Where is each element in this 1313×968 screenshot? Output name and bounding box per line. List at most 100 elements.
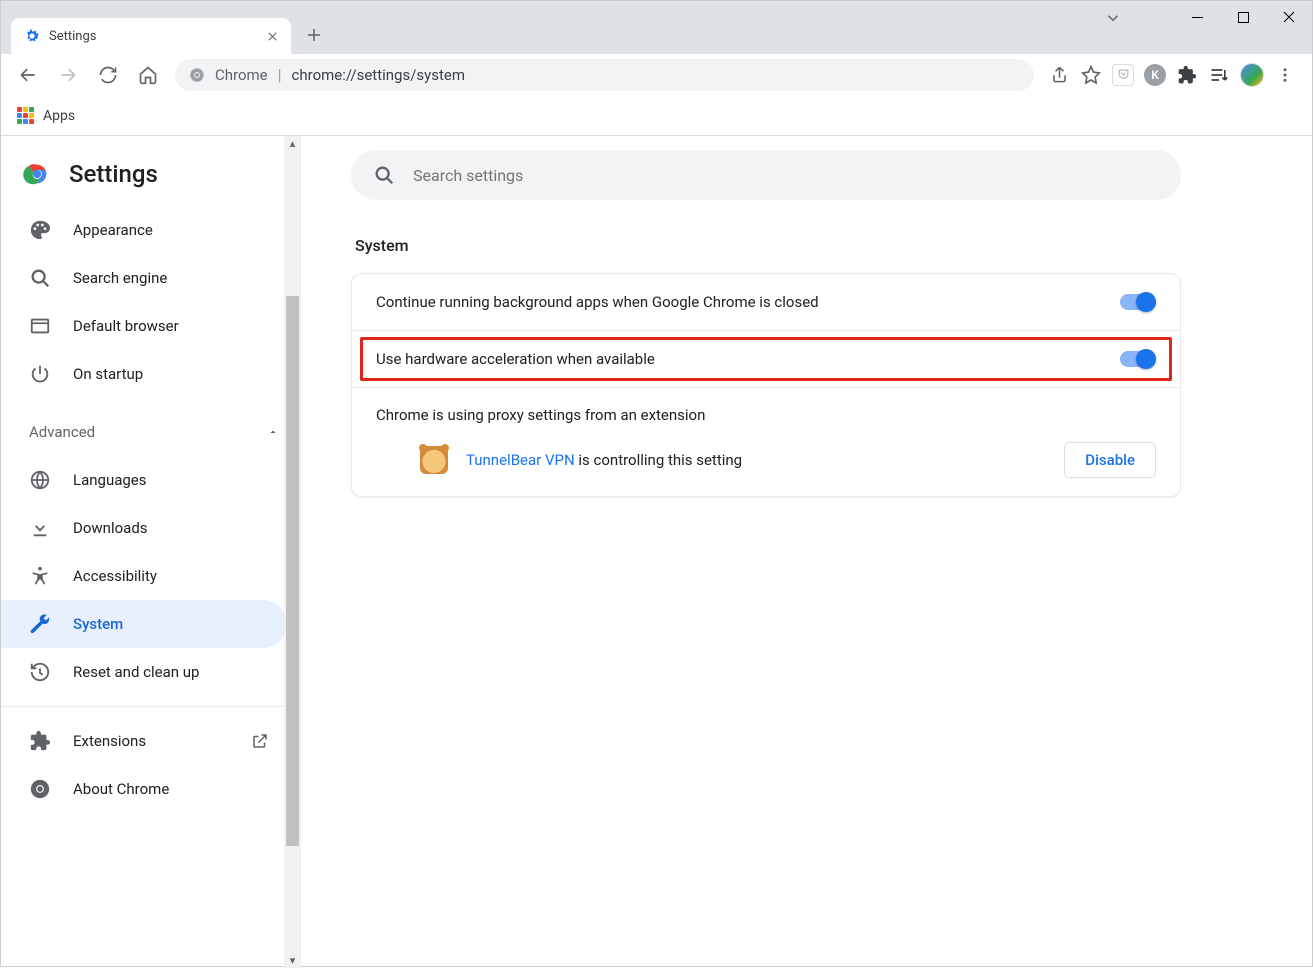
sidebar-item-label: Appearance <box>73 221 153 239</box>
scroll-up-icon[interactable]: ▴ <box>287 138 298 149</box>
sidebar-item-label: Languages <box>73 471 147 489</box>
extension-desc: TunnelBear VPN is controlling this setti… <box>466 451 742 469</box>
apps-icon <box>17 107 35 125</box>
close-icon[interactable] <box>264 28 281 45</box>
browser-tab[interactable]: Settings <box>11 18 291 54</box>
search-settings-box[interactable] <box>351 150 1181 200</box>
window-controls <box>1174 1 1312 33</box>
sidebar-item-system[interactable]: System <box>1 600 287 648</box>
address-bar[interactable]: Chrome | chrome://settings/system <box>175 59 1034 91</box>
extension-control-info: TunnelBear VPN is controlling this setti… <box>376 442 1156 478</box>
bookmark-apps[interactable]: Apps <box>17 107 75 125</box>
power-icon <box>29 363 51 385</box>
globe-icon <box>29 469 51 491</box>
tab-strip: Settings <box>1 1 1312 54</box>
disable-button[interactable]: Disable <box>1064 442 1156 478</box>
bookmark-label: Apps <box>43 108 75 124</box>
sidebar-item-languages[interactable]: Languages <box>1 456 287 504</box>
setting-background-apps: Continue running background apps when Go… <box>352 274 1180 331</box>
chrome-small-icon <box>29 778 51 800</box>
setting-label: Chrome is using proxy settings from an e… <box>376 406 1156 424</box>
maximize-button[interactable] <box>1220 1 1266 33</box>
sidebar-advanced-header[interactable]: Advanced <box>1 408 301 456</box>
sidebar-scrollbar[interactable]: ▴ ▾ <box>284 136 301 968</box>
search-icon <box>373 164 395 186</box>
setting-label: Continue running background apps when Go… <box>376 293 819 311</box>
sidebar-item-label: Downloads <box>73 519 148 537</box>
toolbar-actions: K <box>1048 63 1302 87</box>
wrench-icon <box>29 613 51 635</box>
search-icon <box>29 267 51 289</box>
settings-card: Continue running background apps when Go… <box>351 273 1181 497</box>
k-extension-icon[interactable]: K <box>1144 64 1166 86</box>
star-icon[interactable] <box>1080 64 1102 86</box>
sidebar-item-label: Advanced <box>29 423 95 441</box>
sidebar-item-label: Reset and clean up <box>73 663 199 681</box>
sidebar-item-appearance[interactable]: Appearance <box>1 206 287 254</box>
tunnelbear-icon <box>420 446 448 474</box>
sidebar-item-on-startup[interactable]: On startup <box>1 350 287 398</box>
chrome-logo-icon <box>23 160 51 188</box>
external-link-icon <box>251 732 269 750</box>
sidebar-list: Appearance Search engine Default browser… <box>1 206 301 813</box>
page-title: Settings <box>69 160 158 188</box>
extension-link[interactable]: TunnelBear VPN <box>466 451 575 469</box>
setting-label: Use hardware acceleration when available <box>376 350 655 368</box>
chevron-up-icon <box>267 426 279 438</box>
pocket-icon[interactable] <box>1112 64 1134 86</box>
section-title: System <box>355 236 1252 255</box>
search-settings-input[interactable] <box>413 166 1159 185</box>
url-text: chrome://settings/system <box>292 66 465 84</box>
bookmarks-bar: Apps <box>1 96 1312 136</box>
divider <box>1 706 301 707</box>
extensions-icon[interactable] <box>1176 64 1198 86</box>
sidebar-item-label: On startup <box>73 365 143 383</box>
tab-title: Settings <box>49 29 264 44</box>
sidebar-item-label: System <box>73 615 123 633</box>
home-button[interactable] <box>131 58 165 92</box>
profile-avatar[interactable] <box>1240 63 1264 87</box>
toggle-background-apps[interactable] <box>1120 292 1156 312</box>
download-icon <box>29 517 51 539</box>
sidebar-item-downloads[interactable]: Downloads <box>1 504 287 552</box>
forward-button[interactable] <box>51 58 85 92</box>
sidebar-item-extensions[interactable]: Extensions <box>1 717 287 765</box>
reload-button[interactable] <box>91 58 125 92</box>
scrollbar-thumb[interactable] <box>286 296 299 846</box>
restore-icon <box>29 661 51 683</box>
share-icon[interactable] <box>1048 64 1070 86</box>
sidebar-item-about[interactable]: About Chrome <box>1 765 287 813</box>
reading-list-icon[interactable] <box>1208 64 1230 86</box>
window-icon <box>29 315 51 337</box>
close-window-button[interactable] <box>1266 1 1312 33</box>
sidebar: Settings Appearance Search engine Defaul… <box>1 136 301 968</box>
back-button[interactable] <box>11 58 45 92</box>
palette-icon <box>29 219 51 241</box>
scroll-down-icon[interactable]: ▾ <box>287 955 298 966</box>
accessibility-icon <box>29 565 51 587</box>
setting-hw-accel-row: Use hardware acceleration when available <box>352 331 1180 388</box>
url-brand: Chrome <box>215 66 268 84</box>
sidebar-item-label: Default browser <box>73 317 179 335</box>
content: Settings Appearance Search engine Defaul… <box>1 136 1312 968</box>
sidebar-item-search-engine[interactable]: Search engine <box>1 254 287 302</box>
main-panel: System Continue running background apps … <box>301 136 1312 968</box>
toolbar: Chrome | chrome://settings/system K <box>1 54 1312 96</box>
sidebar-item-default-browser[interactable]: Default browser <box>1 302 287 350</box>
setting-proxy: Chrome is using proxy settings from an e… <box>352 388 1180 496</box>
sidebar-item-label: Search engine <box>73 269 167 287</box>
new-tab-button[interactable] <box>297 18 331 52</box>
extension-icon <box>29 730 51 752</box>
toggle-hw-accel[interactable] <box>1120 349 1156 369</box>
chevron-down-icon[interactable] <box>1104 9 1122 27</box>
sidebar-item-accessibility[interactable]: Accessibility <box>1 552 287 600</box>
sidebar-item-reset[interactable]: Reset and clean up <box>1 648 287 696</box>
chrome-icon <box>189 67 205 83</box>
sidebar-item-label: Accessibility <box>73 567 157 585</box>
minimize-button[interactable] <box>1174 1 1220 33</box>
sidebar-item-label: Extensions <box>73 732 146 750</box>
menu-icon[interactable] <box>1274 64 1296 86</box>
page-header: Settings <box>1 150 301 206</box>
sidebar-item-label: About Chrome <box>73 780 169 798</box>
gear-icon <box>23 27 41 45</box>
